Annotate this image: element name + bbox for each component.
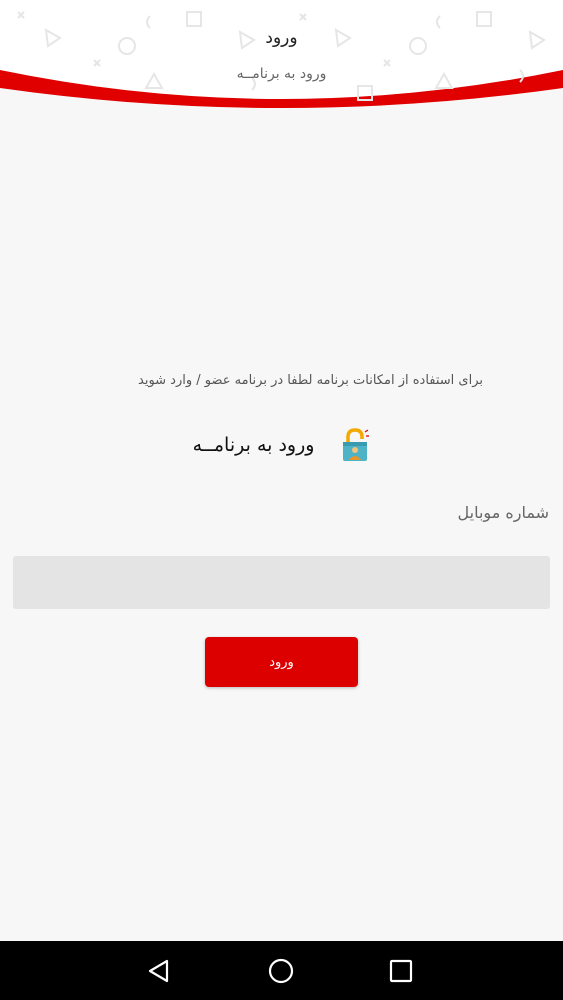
app-header: ورود ورود به برنامــه <box>0 0 563 110</box>
system-nav-bar <box>0 941 563 1000</box>
screen: ورود ورود به برنامــه برای استفاده از ام… <box>0 0 563 1000</box>
info-text: برای استفاده از امکانات برنامه لطفا در ب… <box>138 373 483 388</box>
header-title: ورود <box>265 28 298 48</box>
lock-icon <box>340 428 370 462</box>
phone-label: شماره موبایل <box>457 503 549 522</box>
phone-input[interactable] <box>13 556 550 609</box>
recents-square-icon[interactable] <box>385 955 417 987</box>
header-subtitle: ورود به برنامــه <box>236 66 327 82</box>
home-circle-icon[interactable] <box>265 955 297 987</box>
back-triangle-icon[interactable] <box>143 955 175 987</box>
header-background <box>0 0 563 108</box>
login-heading: ورود به برنامــه <box>192 434 315 456</box>
login-heading-row: ورود به برنامــه <box>0 428 563 462</box>
login-button[interactable]: ورود <box>205 637 358 687</box>
